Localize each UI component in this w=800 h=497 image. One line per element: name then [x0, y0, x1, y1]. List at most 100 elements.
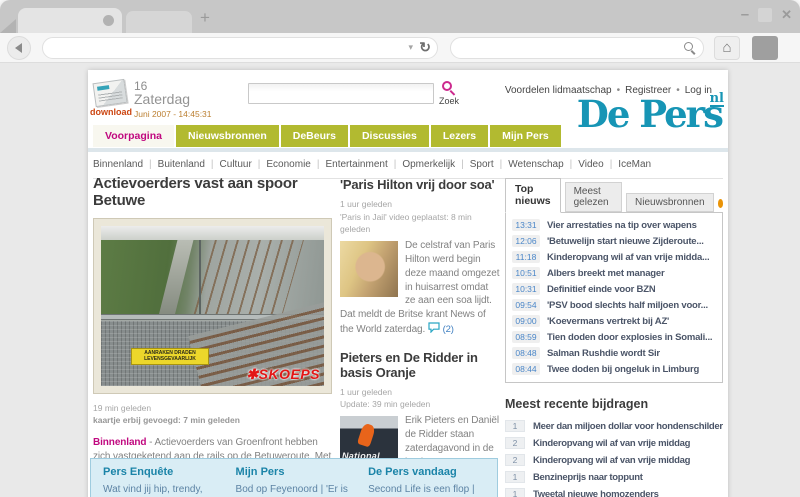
bottom-panel: Pers Enquête Wat vind jij hip, trendy, p…: [90, 458, 498, 497]
top-news-row[interactable]: 08:59 Tien doden door explosies in Somal…: [506, 329, 722, 345]
url-dropdown-icon[interactable]: ▾: [408, 42, 413, 53]
sub-nav-link[interactable]: Buitenland: [158, 159, 205, 170]
panel-heading[interactable]: De Pers vandaag: [368, 466, 485, 478]
top-news-row[interactable]: 13:31 Vier arrestaties na tip over wapen…: [506, 217, 722, 233]
recent-title[interactable]: Kinderopvang wil af van vrije middag: [533, 455, 690, 466]
browser-tab-inactive[interactable]: [126, 11, 192, 33]
sub-nav-link[interactable]: Binnenland: [93, 159, 143, 170]
reload-icon[interactable]: ↻: [419, 39, 431, 56]
sub-nav-link[interactable]: Cultuur: [220, 159, 252, 170]
sub-nav-link[interactable]: Sport: [470, 159, 494, 170]
sub-nav-separator: |: [500, 159, 503, 170]
article-thumbnail[interactable]: [340, 241, 398, 297]
browser-search-input[interactable]: [450, 37, 704, 59]
sub-nav-link[interactable]: IceMan: [618, 159, 651, 170]
article-title[interactable]: 'Paris Hilton vrij door soa': [340, 178, 501, 193]
article-comments[interactable]: (2): [428, 324, 454, 335]
screenshot-stage: + – ✕ ▾ ↻ ⌂: [0, 0, 800, 497]
sub-nav-link[interactable]: Video: [578, 159, 603, 170]
recent-title[interactable]: Tweetal nieuwe homozenders: [533, 489, 659, 497]
recent-row[interactable]: 1 Benzineprijs naar toppunt: [505, 471, 723, 483]
top-news-row[interactable]: 12:06 'Betuwelijn start nieuwe Zijderout…: [506, 233, 722, 249]
minimize-button[interactable]: –: [741, 8, 749, 22]
lead-category-label[interactable]: Binnenland: [93, 437, 146, 448]
news-title[interactable]: Tien doden door explosies in Somali...: [547, 332, 712, 343]
news-title[interactable]: Twee doden bij ongeluk in Limburg: [547, 364, 699, 375]
browser-window: + – ✕ ▾ ↻ ⌂: [0, 0, 800, 497]
browser-tab-active[interactable]: [18, 8, 122, 33]
home-button[interactable]: ⌂: [714, 36, 740, 60]
panel-text[interactable]: Bod op Feyenoord | 'Er is geen stervelin…: [236, 483, 353, 497]
new-tab-button[interactable]: +: [200, 9, 210, 26]
recent-row[interactable]: 1 Tweetal nieuwe homozenders: [505, 488, 723, 497]
site-logo[interactable]: De Pers nl: [577, 96, 722, 132]
recent-title[interactable]: Meer dan miljoen dollar voor hondenschil…: [533, 421, 723, 432]
recent-row[interactable]: 2 Kinderopvang wil af van vrije middag: [505, 437, 723, 449]
photo-warning-sign: AANRAKEN DRADEN LEVENSGEVAARLIJK: [131, 348, 209, 365]
sub-nav-link[interactable]: Economie: [266, 159, 310, 170]
sub-nav-link[interactable]: Entertainment: [325, 159, 387, 170]
soccer-player-figure: [357, 423, 376, 448]
maximize-button[interactable]: [758, 8, 772, 22]
news-timestamp: 08:59: [512, 331, 540, 343]
main-nav-tab[interactable]: Mijn Pers: [490, 125, 561, 147]
news-title[interactable]: Definitief einde voor BZN: [547, 284, 655, 295]
news-title[interactable]: Salman Rushdie wordt Sir: [547, 348, 660, 359]
comment-bubble-icon: [428, 322, 440, 333]
sidebar-tab-nieuwsbronnen[interactable]: Nieuwsbronnen: [626, 193, 714, 212]
main-nav-tab[interactable]: Discussies: [350, 125, 429, 147]
sub-nav-link[interactable]: Opmerkelijk: [402, 159, 455, 170]
main-nav-tab[interactable]: Lezers: [431, 125, 488, 147]
news-title[interactable]: 'Betuwelijn start nieuwe Zijderoute...: [547, 236, 704, 247]
recent-title[interactable]: Benzineprijs naar toppunt: [533, 472, 643, 483]
sub-nav-separator: |: [211, 159, 214, 170]
browser-toolbar: ▾ ↻ ⌂: [0, 33, 800, 63]
date-day-name: Zaterdag: [134, 91, 190, 107]
browser-tabstrip: + – ✕: [0, 0, 800, 33]
site-search-label[interactable]: Zoek: [439, 96, 459, 106]
date-time-line: Juni 2007 - 14:45:31: [134, 109, 212, 119]
panel-heading[interactable]: Mijn Pers: [236, 466, 353, 478]
panel-text[interactable]: Wat vind jij hip, trendy, populair en ec…: [103, 483, 220, 497]
newspaper-icon[interactable]: [92, 79, 127, 107]
news-title[interactable]: 'PSV bood slechts half miljoen voor...: [547, 300, 708, 311]
panel-text[interactable]: Second Life is een flop | 'Aantal actiev…: [368, 483, 485, 497]
main-nav-tab[interactable]: Nieuwsbronnen: [176, 125, 279, 147]
news-title[interactable]: Kinderopvang wil af van vrije midda...: [547, 252, 709, 263]
menu-button[interactable]: [752, 36, 778, 60]
main-nav-tab[interactable]: DeBeurs: [281, 125, 348, 147]
recent-row[interactable]: 2 Kinderopvang wil af van vrije middag: [505, 454, 723, 466]
news-timestamp: 10:31: [512, 283, 540, 295]
top-news-row[interactable]: 08:48 Salman Rushdie wordt Sir: [506, 345, 722, 361]
site-search-icon[interactable]: [442, 81, 452, 91]
panel-heading[interactable]: Pers Enquête: [103, 466, 220, 478]
top-news-row[interactable]: 11:18 Kinderopvang wil af van vrije midd…: [506, 249, 722, 265]
back-button[interactable]: [7, 36, 31, 60]
download-link[interactable]: download: [90, 107, 132, 117]
article-title[interactable]: Pieters en De Ridder in basis Oranje: [340, 351, 501, 381]
close-button[interactable]: ✕: [781, 8, 792, 22]
news-title[interactable]: Albers breekt met manager: [547, 268, 665, 279]
news-timestamp: 11:18: [512, 251, 540, 263]
lead-photo[interactable]: AANRAKEN DRADEN LEVENSGEVAARLIJK ✱SKOEPS: [101, 226, 324, 386]
recent-row[interactable]: 1 Meer dan miljoen dollar voor hondensch…: [505, 420, 723, 432]
lead-article-title[interactable]: Actievoerders vast aan spoor Betuwe: [93, 176, 333, 210]
sidebar-tab-meest-gelezen[interactable]: Meest gelezen: [565, 182, 622, 212]
lead-article-times: 19 min geleden kaartje erbij gevoegd: 7 …: [93, 402, 333, 428]
top-news-row[interactable]: 08:44 Twee doden bij ongeluk in Limburg: [506, 361, 722, 377]
recent-count-badge: 1: [505, 471, 525, 483]
rss-icon[interactable]: [718, 199, 723, 208]
top-news-row[interactable]: 10:31 Definitief einde voor BZN: [506, 281, 722, 297]
top-news-row[interactable]: 09:00 'Koevermans vertrekt bij AZ': [506, 313, 722, 329]
top-news-row[interactable]: 10:51 Albers breekt met manager: [506, 265, 722, 281]
news-title[interactable]: 'Koevermans vertrekt bij AZ': [547, 316, 669, 327]
site-search-input[interactable]: [248, 83, 434, 104]
main-nav-tab[interactable]: Voorpagina: [93, 125, 174, 147]
url-bar[interactable]: ▾ ↻: [42, 37, 438, 59]
top-news-row[interactable]: 09:54 'PSV bood slechts half miljoen voo…: [506, 297, 722, 313]
article-update: 'Paris in Jail' video geplaatst: 8 min g…: [340, 211, 501, 237]
sub-nav-link[interactable]: Wetenschap: [508, 159, 563, 170]
news-title[interactable]: Vier arrestaties na tip over wapens: [547, 220, 697, 231]
sidebar-tab-top-nieuws[interactable]: Top nieuws: [505, 178, 561, 213]
recent-title[interactable]: Kinderopvang wil af van vrije middag: [533, 438, 690, 449]
